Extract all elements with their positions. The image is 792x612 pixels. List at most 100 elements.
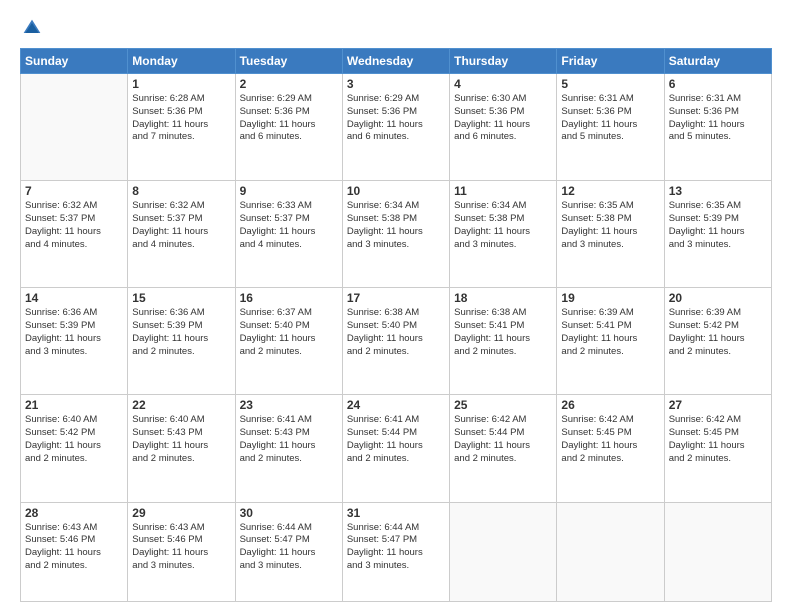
day-number: 1 <box>132 77 230 91</box>
day-header-saturday: Saturday <box>664 49 771 74</box>
day-number: 30 <box>240 506 338 520</box>
logo <box>20 18 42 38</box>
day-header-wednesday: Wednesday <box>342 49 449 74</box>
day-number: 20 <box>669 291 767 305</box>
cell-info: Sunrise: 6:31 AMSunset: 5:36 PMDaylight:… <box>669 93 767 144</box>
calendar-cell: 25Sunrise: 6:42 AMSunset: 5:44 PMDayligh… <box>450 395 557 502</box>
cell-info: Sunrise: 6:40 AMSunset: 5:42 PMDaylight:… <box>25 414 123 465</box>
cell-info: Sunrise: 6:34 AMSunset: 5:38 PMDaylight:… <box>347 200 445 251</box>
day-number: 5 <box>561 77 659 91</box>
day-number: 19 <box>561 291 659 305</box>
day-number: 23 <box>240 398 338 412</box>
calendar-cell: 3 Sunrise: 6:29 AMSunset: 5:36 PMDaylight… <box>342 74 449 181</box>
day-number: 11 <box>454 184 552 198</box>
calendar-cell: 21 Sunrise: 6:40 AMSunset: 5:42 PMDayligh… <box>21 395 128 502</box>
calendar-cell: 2 Sunrise: 6:29 AMSunset: 5:36 PMDaylight… <box>235 74 342 181</box>
day-number: 12 <box>561 184 659 198</box>
calendar-cell <box>450 502 557 602</box>
calendar-cell: 13Sunrise: 6:35 AMSunset: 5:39 PMDayligh… <box>664 181 771 288</box>
cell-info: Sunrise: 6:33 AMSunset: 5:37 PMDaylight:… <box>240 200 338 251</box>
calendar-header-row: SundayMondayTuesdayWednesdayThursdayFrid… <box>21 49 772 74</box>
calendar-cell: 20 Sunrise: 6:39 AMSunset: 5:42 PMDayligh… <box>664 288 771 395</box>
day-number: 18 <box>454 291 552 305</box>
cell-info: Sunrise: 6:32 AMSunset: 5:37 PMDaylight:… <box>25 200 123 251</box>
calendar-cell: 27 Sunrise: 6:42 AMSunset: 5:45 PMDayligh… <box>664 395 771 502</box>
day-number: 27 <box>669 398 767 412</box>
day-number: 9 <box>240 184 338 198</box>
calendar-cell <box>557 502 664 602</box>
cell-info: Sunrise: 6:34 AMSunset: 5:38 PMDaylight:… <box>454 200 552 251</box>
calendar-cell: 24 Sunrise: 6:41 AMSunset: 5:44 PMDayligh… <box>342 395 449 502</box>
calendar-cell: 14 Sunrise: 6:36 AMSunset: 5:39 PMDayligh… <box>21 288 128 395</box>
cell-info: Sunrise: 6:41 AMSunset: 5:44 PMDaylight:… <box>347 414 445 465</box>
cell-info: Sunrise: 6:41 AMSunset: 5:43 PMDaylight:… <box>240 414 338 465</box>
calendar-cell: 11 Sunrise: 6:34 AMSunset: 5:38 PMDayligh… <box>450 181 557 288</box>
day-header-thursday: Thursday <box>450 49 557 74</box>
calendar-cell: 8 Sunrise: 6:32 AMSunset: 5:37 PMDaylight… <box>128 181 235 288</box>
calendar-cell: 23 Sunrise: 6:41 AMSunset: 5:43 PMDayligh… <box>235 395 342 502</box>
cell-info: Sunrise: 6:40 AMSunset: 5:43 PMDaylight:… <box>132 414 230 465</box>
cell-info: Sunrise: 6:36 AMSunset: 5:39 PMDaylight:… <box>25 307 123 358</box>
day-header-friday: Friday <box>557 49 664 74</box>
day-number: 26 <box>561 398 659 412</box>
calendar-table: SundayMondayTuesdayWednesdayThursdayFrid… <box>20 48 772 602</box>
calendar-week-3: 14 Sunrise: 6:36 AMSunset: 5:39 PMDayligh… <box>21 288 772 395</box>
calendar-cell: 15 Sunrise: 6:36 AMSunset: 5:39 PMDayligh… <box>128 288 235 395</box>
day-number: 16 <box>240 291 338 305</box>
cell-info: Sunrise: 6:28 AMSunset: 5:36 PMDaylight:… <box>132 93 230 144</box>
calendar-week-5: 28 Sunrise: 6:43 AMSunset: 5:46 PMDayligh… <box>21 502 772 602</box>
calendar-cell: 6 Sunrise: 6:31 AMSunset: 5:36 PMDaylight… <box>664 74 771 181</box>
cell-info: Sunrise: 6:32 AMSunset: 5:37 PMDaylight:… <box>132 200 230 251</box>
calendar-cell: 28 Sunrise: 6:43 AMSunset: 5:46 PMDayligh… <box>21 502 128 602</box>
calendar-cell: 9 Sunrise: 6:33 AMSunset: 5:37 PMDaylight… <box>235 181 342 288</box>
cell-info: Sunrise: 6:43 AMSunset: 5:46 PMDaylight:… <box>25 522 123 573</box>
calendar-cell: 10 Sunrise: 6:34 AMSunset: 5:38 PMDayligh… <box>342 181 449 288</box>
cell-info: Sunrise: 6:29 AMSunset: 5:36 PMDaylight:… <box>240 93 338 144</box>
logo-icon <box>22 18 42 38</box>
cell-info: Sunrise: 6:30 AMSunset: 5:36 PMDaylight:… <box>454 93 552 144</box>
cell-info: Sunrise: 6:36 AMSunset: 5:39 PMDaylight:… <box>132 307 230 358</box>
day-header-sunday: Sunday <box>21 49 128 74</box>
day-number: 24 <box>347 398 445 412</box>
calendar-cell: 22 Sunrise: 6:40 AMSunset: 5:43 PMDayligh… <box>128 395 235 502</box>
cell-info: Sunrise: 6:42 AMSunset: 5:44 PMDaylight:… <box>454 414 552 465</box>
day-header-tuesday: Tuesday <box>235 49 342 74</box>
cell-info: Sunrise: 6:29 AMSunset: 5:36 PMDaylight:… <box>347 93 445 144</box>
page-header <box>20 18 772 38</box>
calendar-week-4: 21 Sunrise: 6:40 AMSunset: 5:42 PMDayligh… <box>21 395 772 502</box>
calendar-cell: 7 Sunrise: 6:32 AMSunset: 5:37 PMDaylight… <box>21 181 128 288</box>
cell-info: Sunrise: 6:42 AMSunset: 5:45 PMDaylight:… <box>669 414 767 465</box>
day-number: 22 <box>132 398 230 412</box>
calendar-cell: 19Sunrise: 6:39 AMSunset: 5:41 PMDayligh… <box>557 288 664 395</box>
cell-info: Sunrise: 6:37 AMSunset: 5:40 PMDaylight:… <box>240 307 338 358</box>
calendar-cell: 16 Sunrise: 6:37 AMSunset: 5:40 PMDayligh… <box>235 288 342 395</box>
day-number: 6 <box>669 77 767 91</box>
cell-info: Sunrise: 6:44 AMSunset: 5:47 PMDaylight:… <box>240 522 338 573</box>
day-number: 15 <box>132 291 230 305</box>
day-header-monday: Monday <box>128 49 235 74</box>
day-number: 10 <box>347 184 445 198</box>
day-number: 14 <box>25 291 123 305</box>
calendar-cell: 31 Sunrise: 6:44 AMSunset: 5:47 PMDayligh… <box>342 502 449 602</box>
calendar-week-2: 7 Sunrise: 6:32 AMSunset: 5:37 PMDaylight… <box>21 181 772 288</box>
calendar-week-1: 1 Sunrise: 6:28 AMSunset: 5:36 PMDaylight… <box>21 74 772 181</box>
calendar-cell: 12Sunrise: 6:35 AMSunset: 5:38 PMDayligh… <box>557 181 664 288</box>
day-number: 4 <box>454 77 552 91</box>
cell-info: Sunrise: 6:38 AMSunset: 5:41 PMDaylight:… <box>454 307 552 358</box>
cell-info: Sunrise: 6:31 AMSunset: 5:36 PMDaylight:… <box>561 93 659 144</box>
calendar-cell: 26Sunrise: 6:42 AMSunset: 5:45 PMDayligh… <box>557 395 664 502</box>
cell-info: Sunrise: 6:44 AMSunset: 5:47 PMDaylight:… <box>347 522 445 573</box>
calendar-cell <box>664 502 771 602</box>
calendar-cell: 29Sunrise: 6:43 AMSunset: 5:46 PMDayligh… <box>128 502 235 602</box>
cell-info: Sunrise: 6:39 AMSunset: 5:42 PMDaylight:… <box>669 307 767 358</box>
day-number: 31 <box>347 506 445 520</box>
calendar-cell: 30 Sunrise: 6:44 AMSunset: 5:47 PMDayligh… <box>235 502 342 602</box>
day-number: 8 <box>132 184 230 198</box>
day-number: 21 <box>25 398 123 412</box>
day-number: 3 <box>347 77 445 91</box>
day-number: 7 <box>25 184 123 198</box>
day-number: 2 <box>240 77 338 91</box>
calendar-cell: 17Sunrise: 6:38 AMSunset: 5:40 PMDayligh… <box>342 288 449 395</box>
day-number: 17 <box>347 291 445 305</box>
day-number: 28 <box>25 506 123 520</box>
